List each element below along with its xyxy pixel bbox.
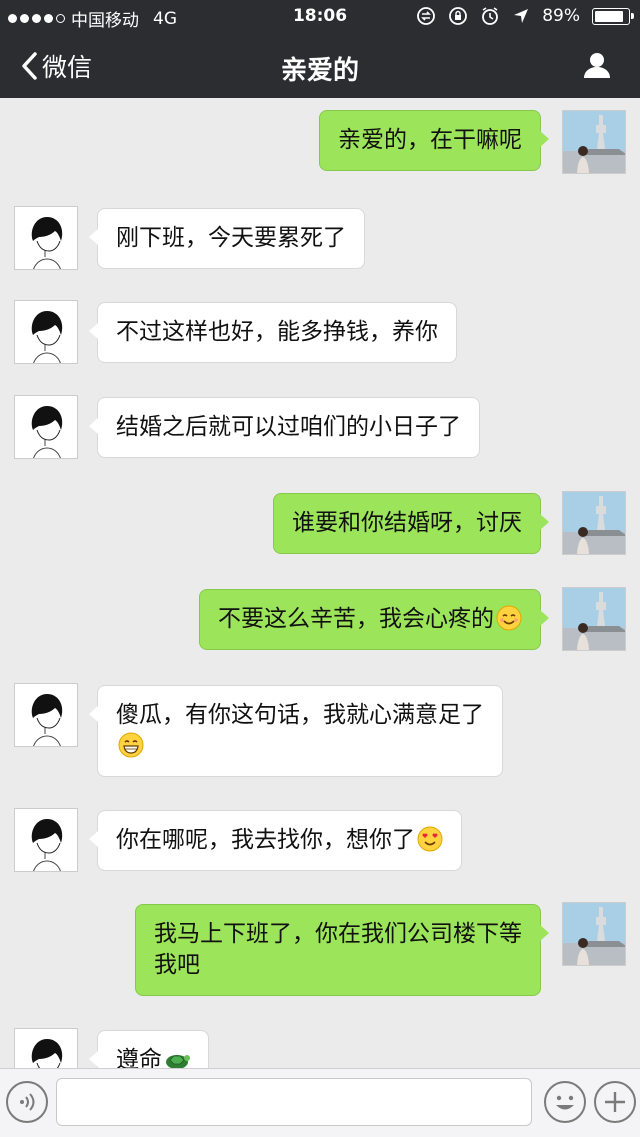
outgoing-message-bubble[interactable]: 谁要和你结婚呀，讨厌 (273, 493, 549, 554)
message-text: 不过这样也好，能多挣钱，养你 (116, 319, 438, 345)
turtle-emoji-icon (165, 1054, 190, 1068)
location-icon (514, 9, 529, 23)
outgoing-message-bubble[interactable]: 亲爱的，在干嘛呢 (319, 110, 549, 171)
incoming-message-bubble[interactable]: 傻瓜，有你这句话，我就心满意足了 (89, 685, 503, 777)
outgoing-message-bubble[interactable]: 不要这么辛苦，我会心疼的 (199, 589, 549, 650)
message-text: 你在哪呢，我去找你，想你了 (116, 827, 415, 853)
message-text: 傻瓜，有你这句话，我就心满意足了 (116, 702, 484, 728)
incoming-message-bubble[interactable]: 刚下班，今天要累死了 (89, 208, 365, 269)
message-list[interactable]: 亲爱的，在干嘛呢 刚下班，今天要累死了 不过这样也好，能多挣钱，养你 结婚之后就… (0, 98, 640, 1068)
alarm-icon (482, 7, 499, 25)
incoming-message-bubble[interactable]: 你在哪呢，我去找你，想你了 (89, 810, 462, 871)
my-avatar[interactable] (562, 902, 626, 966)
message-text: 结婚之后就可以过咱们的小日子了 (116, 414, 461, 440)
message-text: 遵命 (116, 1047, 162, 1068)
status-bar: 中国移动 4G 18:06 89% (0, 0, 640, 32)
profile-button[interactable] (582, 50, 612, 84)
contact-avatar[interactable] (14, 683, 78, 747)
grin-emoji-icon (118, 732, 144, 758)
nav-bar: 微信 亲爱的 (0, 32, 640, 98)
my-avatar[interactable] (562, 110, 626, 174)
message-text: 不要这么辛苦，我会心疼的 (218, 606, 494, 632)
contact-avatar[interactable] (14, 1028, 78, 1068)
contact-avatar[interactable] (14, 395, 78, 459)
incoming-message-bubble[interactable]: 遵命 (89, 1030, 209, 1068)
orientation-lock-icon (449, 7, 468, 25)
contact-avatar[interactable] (14, 300, 78, 364)
outgoing-message-bubble[interactable]: 我马上下班了，你在我们公司楼下等我吧 (135, 904, 549, 996)
incoming-message-bubble[interactable]: 结婚之后就可以过咱们的小日子了 (89, 397, 480, 458)
voice-button[interactable] (6, 1081, 48, 1123)
sync-icon (417, 7, 436, 25)
input-toolbar (0, 1068, 640, 1137)
message-text: 谁要和你结婚呀，讨厌 (292, 510, 522, 536)
message-text: 刚下班，今天要累死了 (116, 225, 346, 251)
message-text: 亲爱的，在干嘛呢 (338, 127, 522, 153)
my-avatar[interactable] (562, 587, 626, 651)
heart-eyes-emoji-icon (417, 826, 443, 852)
person-icon (584, 53, 610, 78)
voice-icon (20, 1093, 35, 1111)
chat-title: 亲爱的 (280, 56, 359, 86)
status-right: 89% (416, 6, 634, 26)
my-avatar[interactable] (562, 491, 626, 555)
battery-percent: 89% (542, 6, 580, 26)
message-input[interactable] (56, 1078, 532, 1126)
more-button[interactable] (594, 1081, 636, 1123)
smile-emoji-icon (496, 605, 522, 631)
plus-icon (605, 1092, 625, 1112)
battery-icon (592, 7, 634, 25)
contact-avatar[interactable] (14, 808, 78, 872)
battery-level-fill (595, 10, 624, 22)
contact-avatar[interactable] (14, 206, 78, 270)
message-text: 我马上下班了，你在我们公司楼下等我吧 (154, 921, 522, 978)
emoji-face-icon (556, 1095, 574, 1110)
incoming-message-bubble[interactable]: 不过这样也好，能多挣钱，养你 (89, 302, 457, 363)
emoji-button[interactable] (544, 1081, 586, 1123)
